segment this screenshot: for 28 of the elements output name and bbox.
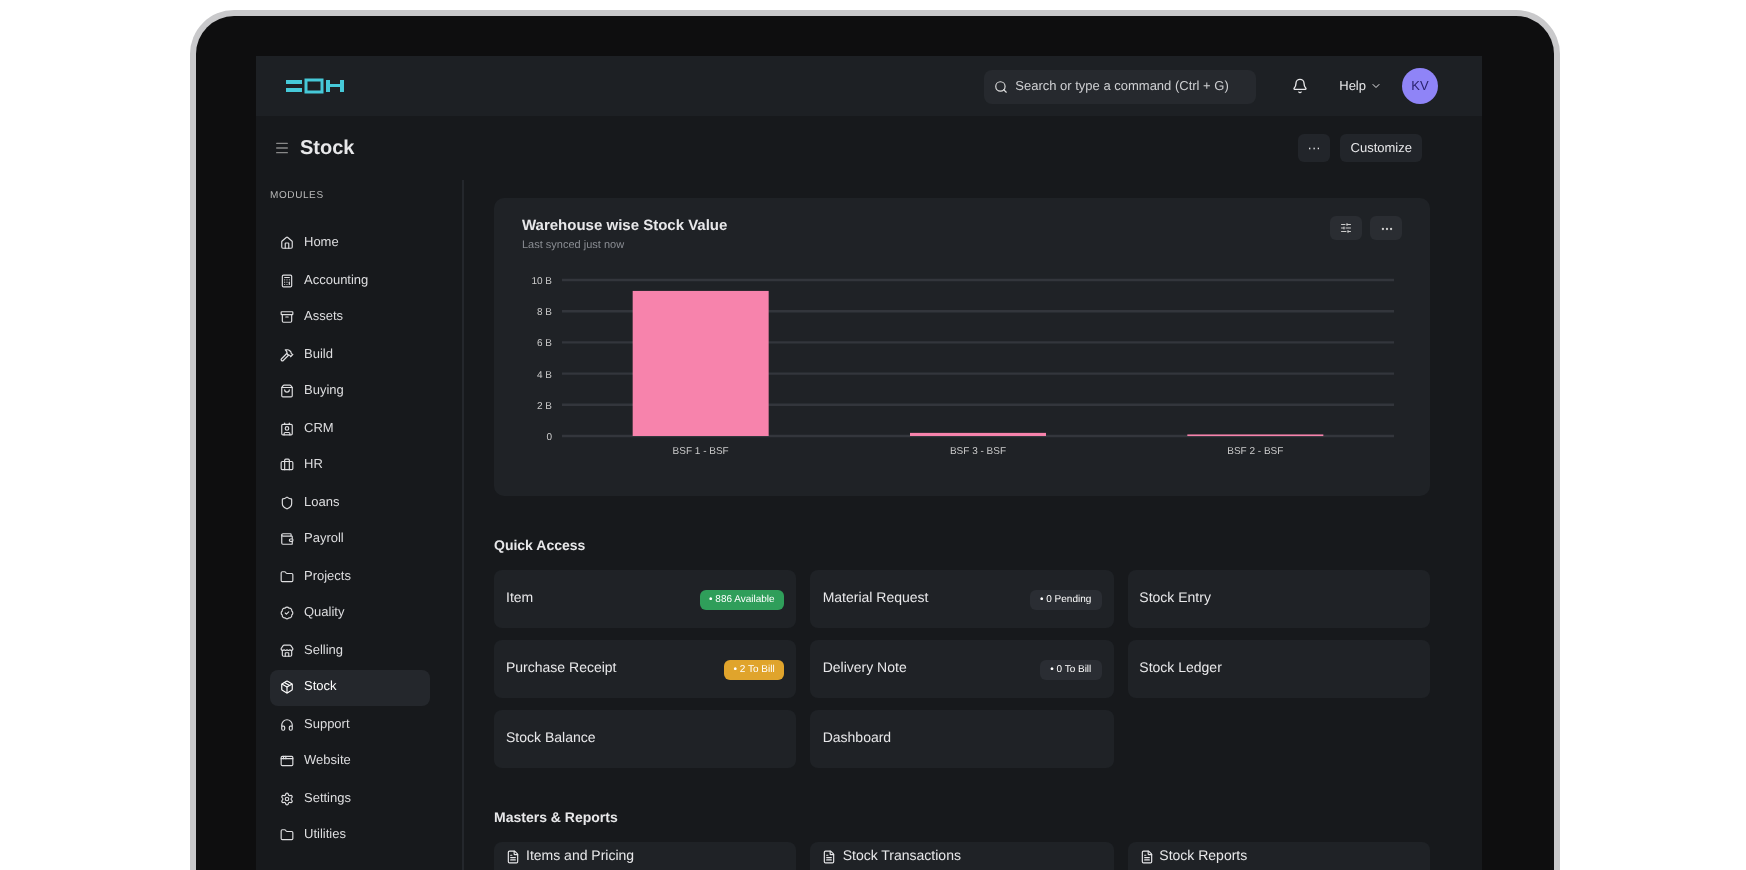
bag-icon — [280, 384, 294, 399]
document-icon — [822, 850, 837, 864]
package-icon — [280, 680, 294, 695]
calculator-icon — [280, 273, 294, 288]
menu-icon[interactable] — [274, 140, 290, 156]
hammer-icon — [280, 347, 294, 362]
logo-icon — [286, 78, 346, 94]
store-icon — [280, 643, 294, 658]
page-title: Stock — [300, 137, 355, 159]
badge-icon — [280, 606, 294, 621]
shield-icon — [280, 495, 294, 510]
folder-icon — [280, 828, 294, 843]
chevron-down-icon — [1370, 80, 1382, 92]
document-icon — [506, 850, 520, 864]
contact-card-icon — [280, 421, 294, 436]
folder-icon — [280, 569, 294, 584]
settings-icon — [280, 791, 294, 806]
house-icon — [280, 236, 294, 251]
headphones-icon — [280, 717, 294, 732]
sliders-icon — [1340, 222, 1352, 234]
window-icon — [280, 754, 294, 769]
notification-bell-icon[interactable] — [1291, 78, 1308, 94]
archive-icon — [280, 310, 294, 325]
briefcase-icon — [280, 458, 294, 473]
search-icon — [993, 79, 1008, 93]
wallet-icon — [280, 532, 294, 547]
filter-button[interactable] — [1330, 216, 1362, 240]
document-icon — [1139, 850, 1154, 864]
